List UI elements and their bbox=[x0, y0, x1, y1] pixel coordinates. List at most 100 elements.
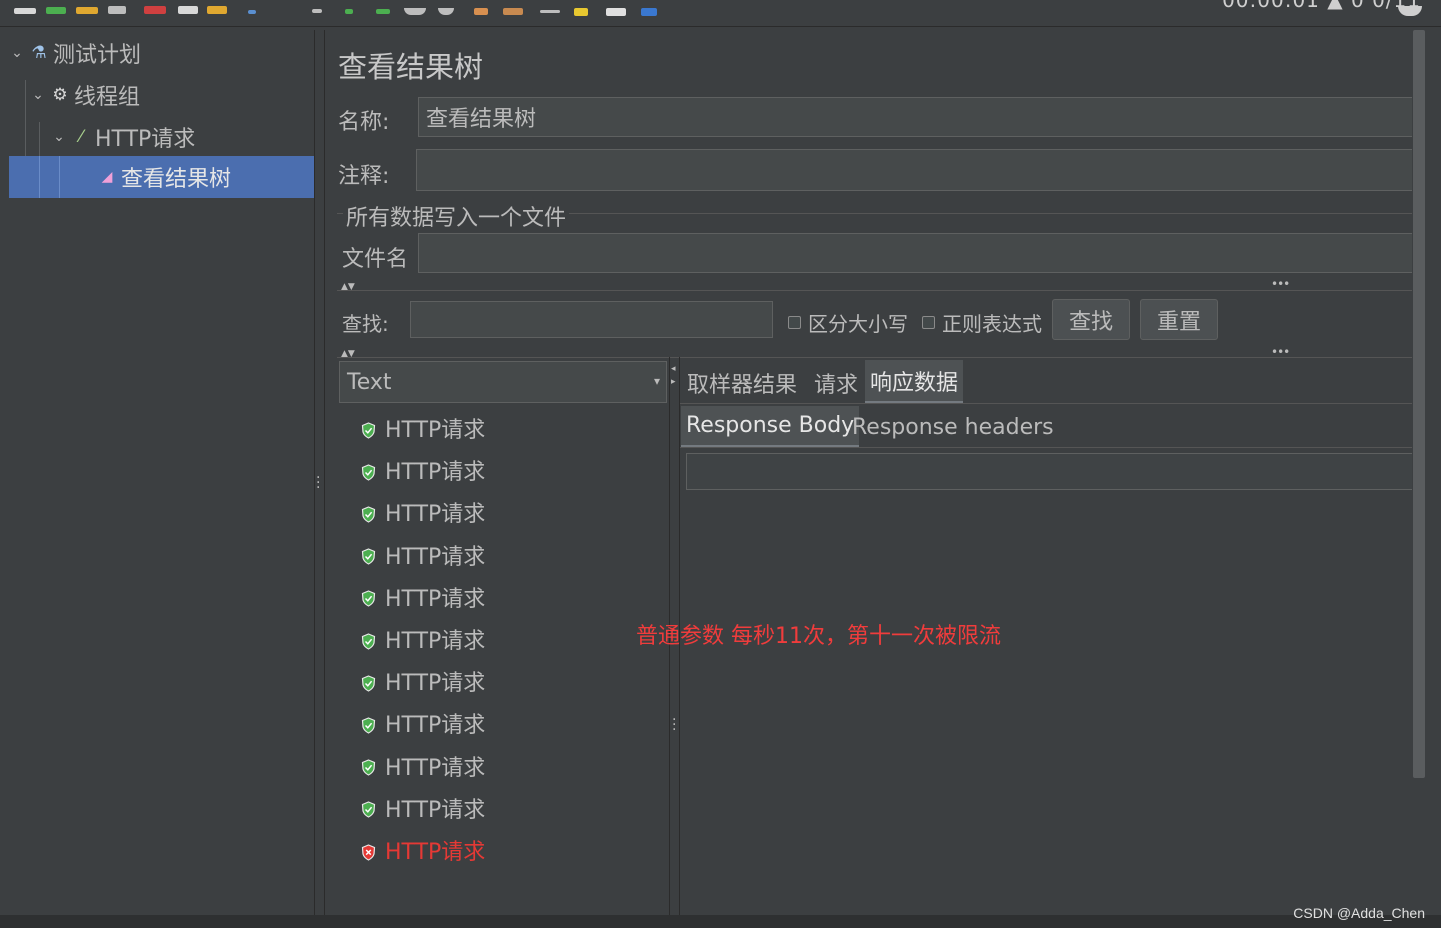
search-label: 查找: bbox=[342, 312, 389, 336]
pipette-icon: ⁄ bbox=[79, 127, 83, 147]
result-item[interactable]: HTTP请求 bbox=[361, 579, 485, 615]
chart-icon: ◢ bbox=[101, 169, 113, 185]
case-sensitive-checkbox[interactable]: 区分大小写 bbox=[788, 308, 908, 337]
result-item-label: HTTP请求 bbox=[385, 840, 486, 865]
result-item[interactable]: HTTP请求 bbox=[361, 705, 485, 741]
tree-item-view-results-tree[interactable]: ◢ 查看结果树 bbox=[9, 156, 314, 198]
result-item[interactable]: HTTP请求 bbox=[361, 410, 485, 446]
scrollbar[interactable] bbox=[1412, 30, 1428, 915]
tab-response-headers[interactable]: Response headers bbox=[852, 406, 1054, 448]
regex-label: 正则表达式 bbox=[942, 312, 1042, 336]
success-shield-icon bbox=[361, 504, 376, 523]
checkbox-box[interactable] bbox=[788, 316, 801, 329]
divider bbox=[337, 290, 1413, 291]
status-icon bbox=[1398, 6, 1422, 16]
tree-item-test-plan[interactable]: ⌄ ⚗ 测试计划 bbox=[9, 33, 314, 73]
tree-guide-line bbox=[59, 156, 60, 198]
result-item[interactable]: HTTP请求 bbox=[361, 621, 485, 657]
tree-item-label: 线程组 bbox=[74, 85, 141, 110]
success-shield-icon bbox=[361, 715, 376, 734]
renderer-value: Text bbox=[347, 369, 392, 395]
find-button[interactable]: 查找 bbox=[1052, 299, 1130, 340]
tree-item-thread-group[interactable]: ⌄ ⚙ 线程组 bbox=[30, 75, 314, 115]
tree-guide-line bbox=[39, 156, 40, 198]
copy-icon[interactable] bbox=[178, 6, 198, 14]
reset-button[interactable]: 重置 bbox=[1140, 299, 1218, 340]
divider bbox=[680, 403, 1413, 404]
view-results-tree-panel: 查看结果树 名称: 查看结果树 注释: 所有数据写入一个文件 文件名 ▲▼ ••… bbox=[324, 30, 1413, 915]
regex-checkbox[interactable]: 正则表达式 bbox=[922, 308, 1042, 337]
result-item-label: HTTP请求 bbox=[385, 460, 486, 486]
tree-item-http-request[interactable]: ⌄ ⁄ HTTP请求 bbox=[51, 117, 314, 157]
stop-icon[interactable] bbox=[404, 8, 426, 15]
name-label: 名称: bbox=[338, 110, 390, 135]
splitter-handle[interactable]: ••• bbox=[1271, 277, 1290, 291]
response-body-field[interactable] bbox=[686, 453, 1413, 490]
tree-item-label: 测试计划 bbox=[53, 43, 142, 68]
templates-icon[interactable] bbox=[46, 7, 66, 14]
result-item[interactable]: HTTP请求 bbox=[361, 832, 485, 868]
toolbar: 00:00:01 ▲ 0 0/11 bbox=[0, 0, 1441, 27]
result-item-label: HTTP请求 bbox=[385, 797, 486, 823]
tab-sampler-result[interactable]: 取样器结果 bbox=[687, 363, 797, 403]
splitter-handle[interactable]: · · · bbox=[316, 471, 320, 495]
run-status-readout: 00:00:01 ▲ 0 0/11 bbox=[1222, 0, 1421, 12]
toggle-icon[interactable] bbox=[312, 9, 322, 13]
flask-icon: ⚗ bbox=[31, 43, 47, 63]
shutdown-icon[interactable] bbox=[438, 8, 454, 15]
result-item[interactable]: HTTP请求 bbox=[361, 748, 485, 784]
result-item-label: HTTP请求 bbox=[385, 755, 486, 781]
chevron-down-icon[interactable]: ⌄ bbox=[9, 45, 25, 61]
result-item[interactable]: HTTP请求 bbox=[361, 537, 485, 573]
result-item-label: HTTP请求 bbox=[385, 586, 486, 612]
tab-request[interactable]: 请求 bbox=[814, 363, 858, 403]
success-shield-icon bbox=[361, 546, 376, 565]
result-item-label: HTTP请求 bbox=[385, 544, 486, 570]
open-icon[interactable] bbox=[76, 7, 98, 14]
comment-field[interactable] bbox=[416, 149, 1413, 191]
result-item[interactable]: HTTP请求 bbox=[361, 790, 485, 826]
chevron-down-icon[interactable]: ⌄ bbox=[30, 87, 46, 103]
checkbox-box[interactable] bbox=[922, 316, 935, 329]
success-shield-icon bbox=[361, 420, 376, 439]
save-icon[interactable] bbox=[108, 6, 126, 14]
success-shield-icon bbox=[361, 757, 376, 776]
divider bbox=[337, 357, 1413, 358]
name-field[interactable]: 查看结果树 bbox=[418, 97, 1413, 137]
result-item[interactable]: HTTP请求 bbox=[361, 494, 485, 530]
test-plan-tree: ⌄ ⚗ 测试计划 ⌄ ⚙ 线程组 ⌄ ⁄ HTTP请求 ◢ 查看结果树 bbox=[9, 30, 315, 915]
result-item-label: HTTP请求 bbox=[385, 502, 486, 528]
success-shield-icon bbox=[361, 588, 376, 607]
reset-search-icon[interactable] bbox=[574, 8, 588, 16]
paste-icon[interactable] bbox=[207, 6, 227, 14]
start-no-pause-icon[interactable] bbox=[376, 9, 390, 14]
case-sensitive-label: 区分大小写 bbox=[808, 312, 908, 336]
scrollbar-thumb[interactable] bbox=[1413, 30, 1425, 778]
success-shield-icon bbox=[361, 631, 376, 650]
splitter-handle[interactable]: · · · bbox=[672, 713, 676, 737]
status-strip bbox=[0, 915, 1441, 928]
clear-all-icon[interactable] bbox=[503, 8, 523, 15]
splitter-collapse-arrows[interactable]: ◂ ▸ bbox=[671, 363, 676, 389]
start-icon[interactable] bbox=[345, 9, 353, 14]
clear-icon[interactable] bbox=[474, 8, 488, 15]
result-item-label: HTTP请求 bbox=[385, 629, 486, 654]
file-name-field[interactable] bbox=[418, 233, 1413, 273]
new-icon[interactable] bbox=[14, 8, 36, 14]
error-shield-icon bbox=[361, 842, 376, 861]
tree-item-label: 查看结果树 bbox=[121, 167, 232, 192]
success-shield-icon bbox=[361, 799, 376, 818]
cut-icon[interactable] bbox=[144, 6, 166, 14]
function-helper-icon[interactable] bbox=[606, 8, 626, 16]
tab-response-body[interactable]: Response Body bbox=[681, 406, 860, 448]
search-icon[interactable] bbox=[540, 10, 560, 13]
chevron-down-icon[interactable]: ⌄ bbox=[51, 129, 67, 145]
result-item[interactable]: HTTP请求 bbox=[361, 663, 485, 699]
renderer-select[interactable]: Text ▾ bbox=[339, 361, 667, 403]
search-input[interactable] bbox=[410, 301, 773, 338]
tab-response-data[interactable]: 响应数据 bbox=[865, 360, 964, 404]
expand-icon[interactable] bbox=[248, 10, 256, 14]
help-icon[interactable] bbox=[641, 8, 657, 16]
result-item[interactable]: HTTP请求 bbox=[361, 452, 485, 488]
result-item-label: HTTP请求 bbox=[385, 671, 486, 697]
